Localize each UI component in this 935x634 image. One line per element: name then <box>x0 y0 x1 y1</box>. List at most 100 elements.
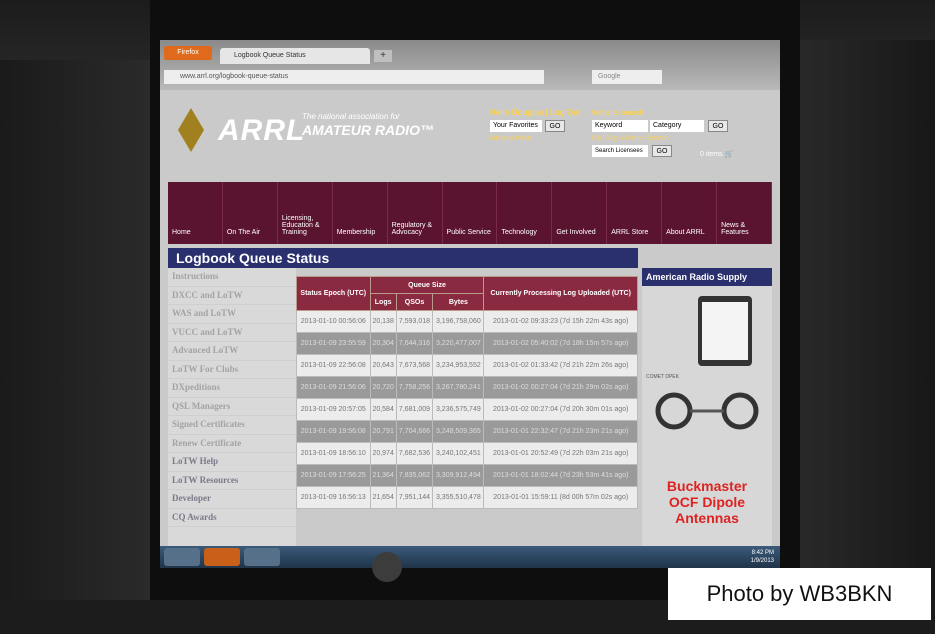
sidebar-item[interactable]: Instructions <box>168 268 296 287</box>
firefox-menu-button[interactable]: Firefox <box>164 46 212 60</box>
new-tab-button[interactable]: + <box>374 50 392 62</box>
sidebar-item[interactable]: Developer <box>168 490 296 509</box>
cell-epoch: 2013-01-09 21:56:06 <box>296 376 371 399</box>
address-bar[interactable]: www.arrl.org/logbook-queue-status <box>164 70 544 84</box>
nav-get-involved[interactable]: Get Involved <box>552 182 608 244</box>
window-taskbar-icon[interactable] <box>244 548 280 566</box>
website-search-label: Website Search <box>592 110 645 117</box>
cell-qsos: 7,835,062 <box>395 464 434 487</box>
browser-chrome: Firefox Logbook Queue Status + www.arrl.… <box>160 40 780 90</box>
cell-bytes: 3,267,780,241 <box>432 376 485 399</box>
cell-epoch: 2013-01-09 16:56:13 <box>296 486 371 509</box>
sidebar-item[interactable]: DXpeditions <box>168 379 296 398</box>
right-wall <box>785 40 935 634</box>
header-qsos: QSOs <box>395 293 434 311</box>
cell-epoch: 2013-01-09 22:56:08 <box>296 354 371 377</box>
cell-epoch: 2013-01-09 17:56:25 <box>296 464 371 487</box>
cell-qsos: 7,644,316 <box>395 332 434 355</box>
sidebar-item[interactable]: Renew Certificate <box>168 435 296 453</box>
cell-logs: 20,720 <box>369 376 397 399</box>
greeting: Hello Douglas | Log Out <box>490 108 581 117</box>
table-row: 2013-01-10 00:56:06 20,138 7,593,018 3,196,… <box>296 310 638 333</box>
sidebar-item[interactable]: LoTW Resources <box>168 472 296 490</box>
cell-logs: 20,974 <box>369 442 397 465</box>
cell-qsos: 7,758,256 <box>395 376 434 399</box>
nav-news-features[interactable]: News & Features <box>717 182 772 244</box>
favorites-go-button[interactable]: GO <box>545 120 565 132</box>
queue-status-table: Status Epoch (UTC) Queue Size Currently … <box>296 276 638 509</box>
sidebar-item[interactable]: VUCC and LoTW <box>168 324 296 342</box>
nav-public-service[interactable]: Public Service <box>443 182 498 244</box>
cell-processing: 2013-01-02 09:33:23 (7d 15h 22m 43s ago) <box>483 310 638 333</box>
cart-link[interactable]: 0 items 🛒 <box>700 150 733 158</box>
sidebar-item[interactable]: LoTW Help <box>168 453 296 472</box>
nav-regulatory[interactable]: Regulatory & Advocacy <box>388 182 443 244</box>
nav-on-the-air[interactable]: On The Air <box>223 182 278 244</box>
category-select[interactable]: Category <box>650 120 704 132</box>
photo-credit: Photo by WB3BKN <box>668 568 931 620</box>
table-row: 2013-01-09 17:56:25 21,364 7,835,062 3,309,… <box>296 464 638 487</box>
cell-bytes: 3,196,758,060 <box>432 310 485 333</box>
sidebar-item[interactable]: WAS and LoTW <box>168 305 296 324</box>
cell-epoch: 2013-01-10 00:56:06 <box>296 310 371 333</box>
nav-home[interactable]: Home <box>168 182 223 244</box>
edit-profile-link[interactable]: Edit your Profile <box>490 136 532 142</box>
licensee-search-go-button[interactable]: GO <box>652 145 672 157</box>
tablet-screen <box>702 302 748 360</box>
log-out-link[interactable]: Log Out <box>550 108 581 117</box>
table-row: 2013-01-09 22:56:08 20,643 7,673,568 3,234,… <box>296 354 638 377</box>
projected-browser: Firefox Logbook Queue Status + www.arrl.… <box>160 40 780 568</box>
cell-processing: 2013-01-01 20:52:49 (7d 22h 03m 21s ago) <box>483 442 638 465</box>
sidebar-item[interactable]: Signed Certificates <box>168 416 296 435</box>
sidebar-item[interactable]: LoTW For Clubs <box>168 361 296 379</box>
microphone-icon <box>372 552 402 582</box>
nav-technology[interactable]: Technology <box>497 182 553 244</box>
left-wall <box>0 60 160 634</box>
cell-bytes: 3,234,953,552 <box>432 354 485 377</box>
table-row: 2013-01-09 20:57:05 20,584 7,681,009 3,236,… <box>296 398 638 421</box>
search-licensees-input[interactable]: Search Licensees <box>592 145 648 157</box>
keyword-input[interactable]: Keyword <box>592 120 648 132</box>
header-bytes: Bytes <box>432 293 485 311</box>
header-queue-size: Queue Size <box>369 276 485 294</box>
cell-epoch: 2013-01-09 18:56:10 <box>296 442 371 465</box>
cell-bytes: 3,355,510,478 <box>432 486 485 509</box>
nav-licensing[interactable]: Licensing, Education & Training <box>278 182 333 244</box>
ad-headline: Buckmaster OCF Dipole Antennas <box>666 478 748 526</box>
cell-logs: 20,138 <box>369 310 397 333</box>
call-sign-search-label: Call Sign / Name Search <box>592 135 669 142</box>
arrl-wordmark: ARRL <box>218 114 306 147</box>
cell-bytes: 3,236,575,749 <box>432 398 485 421</box>
nav-membership[interactable]: Membership <box>333 182 388 244</box>
nav-arrl-store[interactable]: ARRL Store <box>607 182 663 244</box>
sidebar-item[interactable]: QSL Managers <box>168 398 296 416</box>
cell-bytes: 3,240,102,451 <box>432 442 485 465</box>
browser-tab[interactable]: Logbook Queue Status <box>220 48 370 64</box>
firefox-taskbar-icon[interactable] <box>204 548 240 566</box>
table-row: 2013-01-09 19:56:08 20,791 7,704,666 3,248,… <box>296 420 638 443</box>
sidebar-item[interactable]: CQ Awards <box>168 509 296 527</box>
system-clock: 8:42 PM 1/9/2013 <box>750 550 774 564</box>
search-box[interactable]: Google <box>592 70 662 84</box>
sidebar-item[interactable]: DXCC and LoTW <box>168 287 296 305</box>
cell-qsos: 7,593,018 <box>395 310 434 333</box>
advertisement-panel[interactable]: American Radio Supply COMET DPEK Buckmas… <box>642 268 772 546</box>
cell-qsos: 7,704,666 <box>395 420 434 443</box>
cell-processing: 2013-01-02 00:27:04 (7d 21h 29m 02s ago) <box>483 376 638 399</box>
nav-about-arrl[interactable]: About ARRL <box>662 182 718 244</box>
cell-qsos: 7,681,009 <box>395 398 434 421</box>
cell-logs: 21,654 <box>369 486 397 509</box>
table-row: 2013-01-09 23:55:59 20,304 7,644,316 3,220,… <box>296 332 638 355</box>
arrl-diamond-logo-icon <box>178 108 204 152</box>
header-status-epoch: Status Epoch (UTC) <box>296 276 371 311</box>
tagline-top: The national association for <box>302 112 400 121</box>
antenna-coil-icon <box>655 392 759 430</box>
cell-bytes: 3,309,912,494 <box>432 464 485 487</box>
cell-epoch: 2013-01-09 23:55:59 <box>296 332 371 355</box>
favorites-select[interactable]: Your Favorites <box>490 120 542 132</box>
explorer-taskbar-icon[interactable] <box>164 548 200 566</box>
sidebar-item[interactable]: Advanced LoTW <box>168 342 296 361</box>
website-search-go-button[interactable]: GO <box>708 120 728 132</box>
cell-bytes: 3,220,477,007 <box>432 332 485 355</box>
tagline-bottom: AMATEUR RADIO™ <box>302 122 434 138</box>
